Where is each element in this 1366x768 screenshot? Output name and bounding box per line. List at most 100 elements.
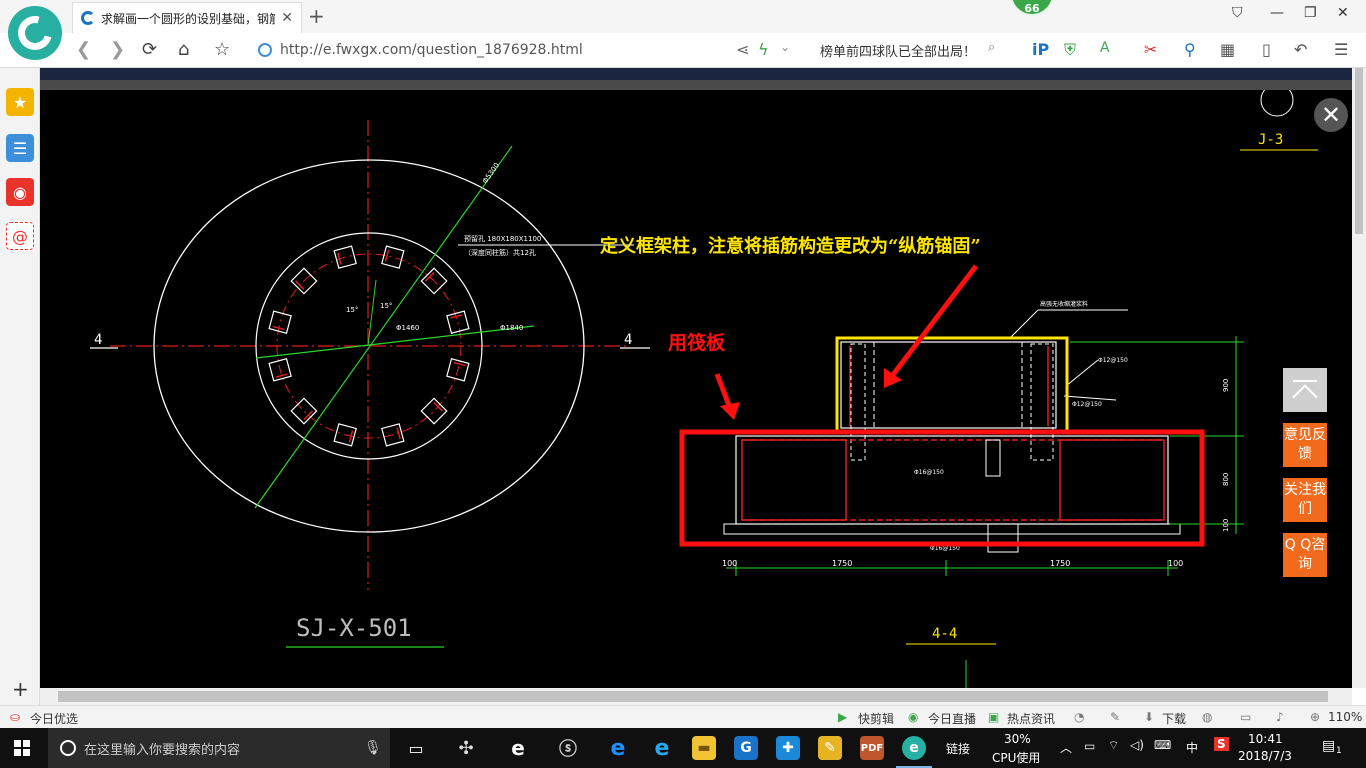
edge-browser-icon[interactable]: e	[606, 736, 630, 761]
score-badge[interactable]: 66	[1010, 0, 1054, 16]
plan-angle-1: 15°	[346, 306, 358, 314]
news-icon[interactable]: ▣	[988, 710, 999, 724]
refresh-icon[interactable]: ⟳	[142, 39, 157, 60]
shield-icon[interactable]: ⛨	[1064, 40, 1076, 60]
wifi-icon[interactable]: ⌔	[1108, 738, 1119, 753]
browser-statusbar: ⛀ 今日优选 ▶ 快剪辑 ◉ 今日直播 ▣ 热点资讯 ◔ ✎ ⬇ 下载 ◍ ▭ …	[0, 705, 1366, 728]
video-edit-label[interactable]: 快剪辑	[858, 710, 894, 727]
back-icon[interactable]: ❮	[76, 39, 91, 60]
favorite-star-icon[interactable]: ☆	[214, 39, 230, 60]
taskbar-search-box[interactable]: 在这里输入你要搜索的内容 🎙︎	[48, 728, 390, 768]
scissors-icon[interactable]: ✂	[1144, 40, 1157, 59]
maximize-button[interactable]: ❐	[1304, 5, 1317, 21]
clock-time[interactable]: 10:41	[1248, 732, 1283, 746]
browser-tab[interactable]: 求解画一个圆形的设别基础，钢筋 ✕	[72, 2, 302, 33]
g-app-icon[interactable]: G	[734, 736, 758, 760]
plus-app-icon[interactable]: ✚	[776, 736, 800, 760]
feedback-button[interactable]: 意见反馈	[1283, 423, 1327, 467]
speed-icon[interactable]: ◔	[1074, 710, 1084, 724]
forward-icon[interactable]: ❯	[110, 39, 125, 60]
sogou-ime-icon[interactable]: S	[1214, 737, 1229, 751]
minimize-button[interactable]: —	[1270, 5, 1284, 21]
browser-taskbar-icon[interactable]: e	[896, 736, 932, 768]
taskbar-search-placeholder: 在这里输入你要搜索的内容	[84, 742, 241, 758]
zoom-level[interactable]: 110%	[1328, 710, 1362, 724]
download-icon[interactable]: ⬇	[1144, 710, 1154, 724]
live-icon[interactable]: ◉	[908, 710, 918, 724]
page-top-strip-gray	[40, 80, 1352, 90]
raft-outline	[735, 435, 1169, 525]
news-label[interactable]: 热点资讯	[1007, 710, 1055, 727]
preset-hole	[381, 245, 405, 269]
favorites-star-icon[interactable]: ★	[6, 88, 34, 116]
live-label[interactable]: 今日直播	[928, 710, 976, 727]
overlay-close-button[interactable]: ✕	[1314, 98, 1348, 132]
tool-icon[interactable]: ✎	[1110, 710, 1120, 724]
mail-icon[interactable]: @	[6, 222, 34, 250]
app-ip-icon[interactable]: iP	[1032, 40, 1049, 59]
phone-icon[interactable]: ▯	[1262, 40, 1271, 59]
sound-icon[interactable]: ♪	[1276, 710, 1284, 724]
file-explorer-icon[interactable]: ▬	[692, 736, 716, 760]
red-highlight-box	[679, 429, 1205, 547]
raft-hole-mark	[985, 439, 1001, 477]
dropdown-chevron-icon[interactable]: ⌄	[780, 40, 790, 54]
action-center-icon[interactable]: ▤	[1322, 738, 1335, 754]
today-pick-icon[interactable]: ⛀	[10, 710, 20, 724]
volume-icon[interactable]: ◁)	[1130, 738, 1144, 752]
share-icon[interactable]: ⋖	[736, 40, 749, 59]
ie-outline-icon[interactable]: e	[506, 736, 530, 760]
microphone-icon[interactable]: 🎙︎	[364, 740, 382, 756]
follow-us-button[interactable]: 关注我们	[1283, 478, 1327, 522]
download-label[interactable]: 下载	[1162, 710, 1186, 727]
back-to-top-button[interactable]	[1283, 368, 1327, 412]
cad-drawing: 4 4 预留孔 180X180X1100 （深度同柱筋）共12孔 Φ5300 Φ…	[90, 90, 1318, 688]
translate-icon[interactable]: A	[1100, 40, 1110, 56]
address-bar[interactable]: http://e.fwxgx.com/question_1876928.html	[258, 38, 728, 62]
weibo-icon[interactable]: ◉	[6, 178, 34, 206]
preset-hole	[420, 397, 448, 425]
search-suggestion[interactable]: 榜单前四球队已全部出局！	[820, 41, 976, 60]
window-mode-icon[interactable]: ▭	[1240, 710, 1251, 724]
pdf-app-icon[interactable]: PDF	[860, 736, 884, 760]
browser-logo-icon[interactable]	[8, 6, 62, 60]
zoom-icon[interactable]: ⊕	[1310, 710, 1320, 724]
skin-icon[interactable]: ⛉	[1232, 5, 1243, 21]
tab-close-icon[interactable]: ✕	[281, 10, 293, 26]
tray-expand-icon[interactable]: ︿	[1060, 739, 1072, 756]
apps-grid-icon[interactable]: ▦	[1220, 40, 1235, 59]
link-label[interactable]: 链接	[946, 740, 970, 757]
undo-icon[interactable]: ↶	[1294, 40, 1307, 59]
internet-explorer-icon[interactable]: e	[650, 736, 674, 761]
lightning-icon[interactable]: ϟ	[758, 40, 769, 59]
windows-taskbar: 在这里输入你要搜索的内容 🎙︎ ▭ ✣ e ⓢ e e ▬ G ✚ ✎ PDF …	[0, 728, 1366, 768]
ime-indicator[interactable]: 中	[1186, 739, 1198, 756]
diameter-line-1	[254, 145, 513, 509]
spiral-app-icon[interactable]: ⓢ	[556, 736, 580, 760]
clean-icon[interactable]: ◍	[1202, 710, 1212, 724]
windows-start-icon[interactable]	[14, 740, 30, 756]
vertical-scrollbar[interactable]	[1352, 68, 1366, 688]
task-view-icon[interactable]: ▭	[404, 736, 428, 760]
sec-dim-800: 800	[1222, 473, 1230, 486]
yellow-annotation: 定义框架柱，注意将插筋构造更改为“纵筋锚固”	[600, 235, 981, 257]
home-icon[interactable]: ⌂	[178, 39, 189, 60]
search-icon[interactable]: ⌕	[988, 40, 995, 55]
clock-date[interactable]: 2018/7/3	[1238, 749, 1292, 763]
keyboard-icon[interactable]: ⌨	[1154, 738, 1171, 752]
horizontal-scrollbar[interactable]	[40, 688, 1352, 705]
battery-icon[interactable]: ▭	[1084, 739, 1095, 753]
notes-app-icon[interactable]: ✎	[818, 736, 842, 760]
window-close-button[interactable]: ✕	[1337, 5, 1349, 21]
news-list-icon[interactable]: ☰	[6, 134, 34, 162]
pinwheel-app-icon[interactable]: ✣	[454, 736, 478, 760]
menu-icon[interactable]: ☰	[1334, 40, 1348, 59]
zoom-search-icon[interactable]: ⚲	[1184, 40, 1196, 59]
diameter-line-2	[255, 325, 535, 359]
sidebar-add-icon[interactable]: +	[12, 677, 29, 701]
qq-consult-button[interactable]: Q Q咨询	[1283, 533, 1327, 577]
bottom-dim-2: 1750	[832, 559, 852, 568]
today-pick-label[interactable]: 今日优选	[30, 710, 78, 727]
new-tab-button[interactable]: +	[308, 4, 325, 28]
video-edit-icon[interactable]: ▶	[838, 710, 847, 724]
